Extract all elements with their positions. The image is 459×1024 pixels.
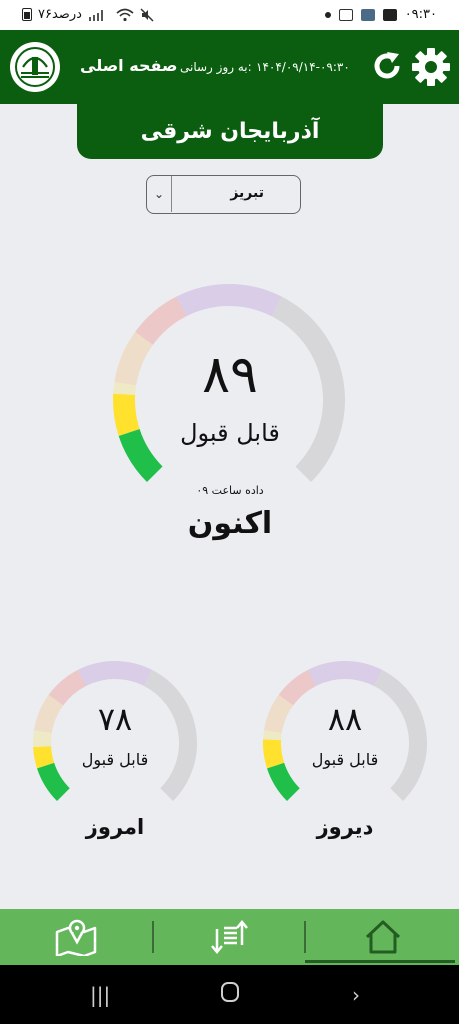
- today-gauge-value: ۷۸: [97, 700, 133, 738]
- yesterday-gauge-band-track-1: [263, 730, 282, 741]
- today-gauge-band-track-1: [33, 730, 52, 748]
- map-icon: [55, 919, 97, 956]
- system-nav-bar: ||| ›: [0, 965, 459, 1024]
- main-gauge-value: ۸۹: [202, 345, 258, 405]
- main-aqi-gauge: [33, 284, 427, 801]
- main-gauge-label: اکنون: [187, 506, 273, 541]
- today-gauge-status: قابل قبول: [81, 750, 149, 769]
- today-gauge-band-track-2: [34, 694, 64, 734]
- yesterday-gauge-band-track-2: [264, 694, 294, 734]
- today-gauge-band-track-4: [77, 661, 153, 687]
- main-gauge-status: قابل قبول: [180, 419, 280, 447]
- main-gauge-band-filled-1: [113, 393, 140, 436]
- yesterday-gauge-band-track-4: [307, 661, 383, 687]
- home-icon: [365, 920, 400, 954]
- yesterday-gauge-status: قابل قبول: [311, 750, 379, 769]
- yesterday-gauge-label: دیروز: [316, 815, 374, 839]
- recents-button[interactable]: |||: [90, 983, 110, 1007]
- nav-sort[interactable]: [154, 909, 304, 965]
- main-gauge-band-track-1: [113, 381, 137, 396]
- sort-icon: [211, 920, 248, 954]
- yesterday-gauge-band-track-3: [278, 669, 317, 706]
- back-button[interactable]: ›: [352, 983, 360, 1007]
- main-gauge-band-track-3: [135, 296, 187, 346]
- main-gauge-band-track-2: [114, 331, 154, 386]
- today-gauge-label: امروز: [85, 815, 145, 839]
- nav-map[interactable]: [0, 909, 152, 965]
- main-gauge-band-track-4: [176, 284, 282, 317]
- yesterday-gauge-value: ۸۸: [327, 700, 363, 738]
- today-gauge-band-filled-0: [37, 762, 71, 801]
- nav-home[interactable]: [306, 909, 459, 965]
- main-gauge-data-time: داده ساعت ۰۹: [196, 484, 264, 497]
- bottom-nav: [0, 909, 459, 965]
- home-system-button[interactable]: [220, 981, 240, 1008]
- circle-home-icon: [221, 982, 239, 1002]
- today-gauge-band-filled-1: [33, 745, 55, 769]
- yesterday-gauge-band-filled-1: [263, 739, 285, 769]
- yesterday-gauge-band-filled-0: [267, 762, 301, 801]
- today-gauge-band-track-3: [48, 669, 87, 706]
- nav-active-indicator: [305, 960, 455, 963]
